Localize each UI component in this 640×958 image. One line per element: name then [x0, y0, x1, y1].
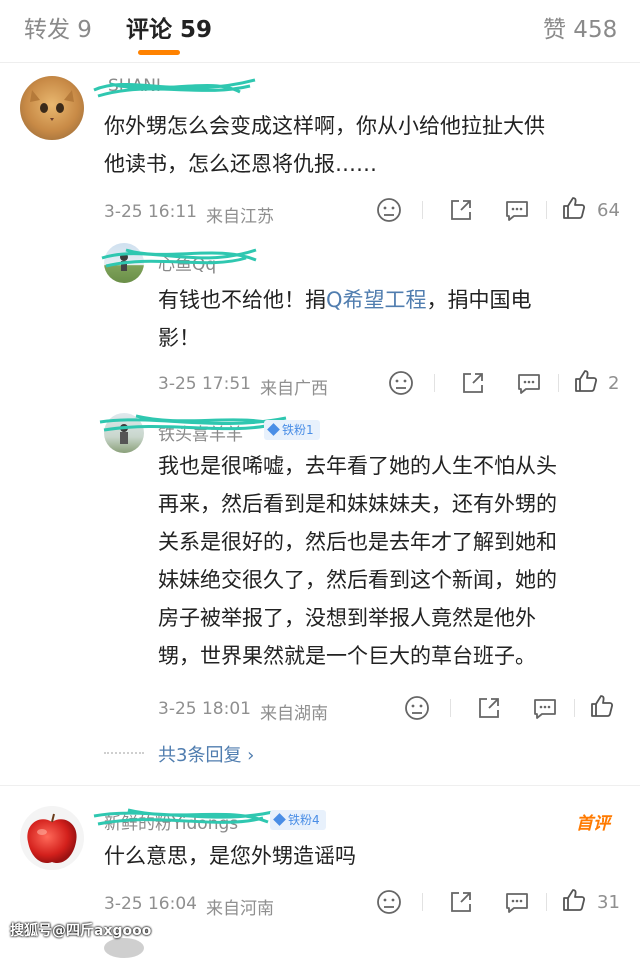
like-count: 64: [597, 200, 620, 221]
avatar[interactable]: [20, 806, 84, 870]
avatar[interactable]: [20, 76, 84, 140]
share-icon[interactable]: [476, 695, 502, 721]
comment-time: 3-25 17:51: [158, 374, 251, 394]
fan-badge: 铁粉4: [270, 810, 326, 830]
diamond-icon: [273, 813, 286, 826]
comment-text-line: 影！: [158, 326, 200, 350]
like-icon[interactable]: [561, 195, 587, 221]
share-icon[interactable]: [448, 889, 474, 915]
comment-separator: [0, 785, 640, 786]
share-icon[interactable]: [460, 370, 486, 396]
comment-location: 来自湖南: [260, 704, 328, 724]
comment-text-line: 甥，世界果然就是一个巨大的草台班子。: [158, 644, 536, 668]
like-count: 2: [608, 373, 620, 394]
cat-avatar-icon: [30, 90, 74, 121]
reply-thread-dots: [104, 752, 144, 754]
tab-repost[interactable]: 转发 9: [24, 10, 92, 44]
redaction-scribble: [101, 248, 257, 268]
redaction-scribble: [93, 78, 256, 98]
comment-icon[interactable]: [504, 197, 530, 223]
text-segment: ，捐中国电: [426, 288, 532, 312]
fan-badge-label: 铁粉4: [288, 813, 320, 827]
dislike-icon[interactable]: [376, 197, 402, 223]
fan-badge-label: 铁粉1: [282, 423, 314, 437]
comment-icon[interactable]: [516, 370, 542, 396]
text-segment: 有钱也不给他！捐: [158, 288, 326, 312]
comment-location: 来自河南: [206, 899, 274, 919]
redaction-scribble: [93, 808, 274, 826]
comment-text-line: 妹妹绝交很久了，然后看到这个新闻，她的: [158, 568, 557, 592]
like-icon[interactable]: [573, 368, 599, 394]
divider: [450, 699, 451, 717]
comment-text-line: 我也是很唏嘘，去年看了她的人生不怕从头: [158, 454, 557, 478]
like-icon[interactable]: [589, 693, 615, 719]
comment-time: 3-25 16:11: [104, 202, 197, 222]
tab-comment[interactable]: 评论 59: [126, 10, 212, 44]
divider: [434, 374, 435, 392]
like-count: 31: [597, 892, 620, 913]
apple-avatar-icon: [27, 813, 77, 864]
dislike-icon[interactable]: [388, 370, 414, 396]
divider: [546, 893, 547, 911]
fan-badge: 铁粉1: [264, 420, 320, 440]
comment-time: 3-25 16:04: [104, 894, 197, 914]
avatar: [104, 938, 144, 958]
comment-text: 什么意思，是您外甥造谣吗: [104, 837, 604, 875]
dislike-icon[interactable]: [404, 695, 430, 721]
comment-text-line: 他读书，怎么还恩将仇报……: [104, 152, 377, 176]
comment-text-line: 房子被举报了，没想到举报人竟然是他外: [158, 606, 536, 630]
tab-bar: 转发 9 评论 59 赞 458: [0, 0, 640, 63]
comment-text-line: 什么意思，是您外甥造谣吗: [104, 844, 356, 868]
share-icon[interactable]: [448, 197, 474, 223]
more-replies-link[interactable]: 共3条回复 ›: [158, 741, 254, 767]
diamond-icon: [267, 423, 280, 436]
comment-location: 来自广西: [260, 379, 328, 399]
divider: [422, 893, 423, 911]
comment-icon[interactable]: [532, 695, 558, 721]
watermark: 搜狐号@四斤axgooo: [10, 923, 152, 939]
first-comment-tag: 首评: [576, 814, 610, 834]
tab-like[interactable]: 赞 458: [543, 10, 617, 44]
divider: [546, 201, 547, 219]
comment-text-line: 有钱也不给他！捐Q希望工程，捐中国电: [158, 281, 608, 319]
dislike-icon[interactable]: [376, 889, 402, 915]
comment-text: 你外甥怎么会变成这样啊，你从小给他拉扯大供 他读书，怎么还恩将仇报……: [104, 107, 604, 183]
comment-time: 3-25 18:01: [158, 699, 251, 719]
comment-text-line: 再来，然后看到是和妹妹妹夫，还有外甥的: [158, 492, 557, 516]
comment-text-line: 关系是很好的，然后也是去年才了解到她和: [158, 530, 557, 554]
divider: [574, 699, 575, 717]
comment-text-line: 你外甥怎么会变成这样啊，你从小给他拉扯大供: [104, 114, 545, 138]
comment-text: 有钱也不给他！捐Q希望工程，捐中国电 影！: [158, 281, 608, 357]
comment-location: 来自江苏: [206, 207, 274, 227]
divider: [422, 201, 423, 219]
divider: [558, 374, 559, 392]
comment-text: 我也是很唏嘘，去年看了她的人生不怕从头 再来，然后看到是和妹妹妹夫，还有外甥的 …: [158, 447, 618, 675]
topic-link[interactable]: Q希望工程: [326, 288, 427, 312]
like-icon[interactable]: [561, 887, 587, 913]
active-tab-indicator: [138, 50, 180, 55]
comment-icon[interactable]: [504, 889, 530, 915]
